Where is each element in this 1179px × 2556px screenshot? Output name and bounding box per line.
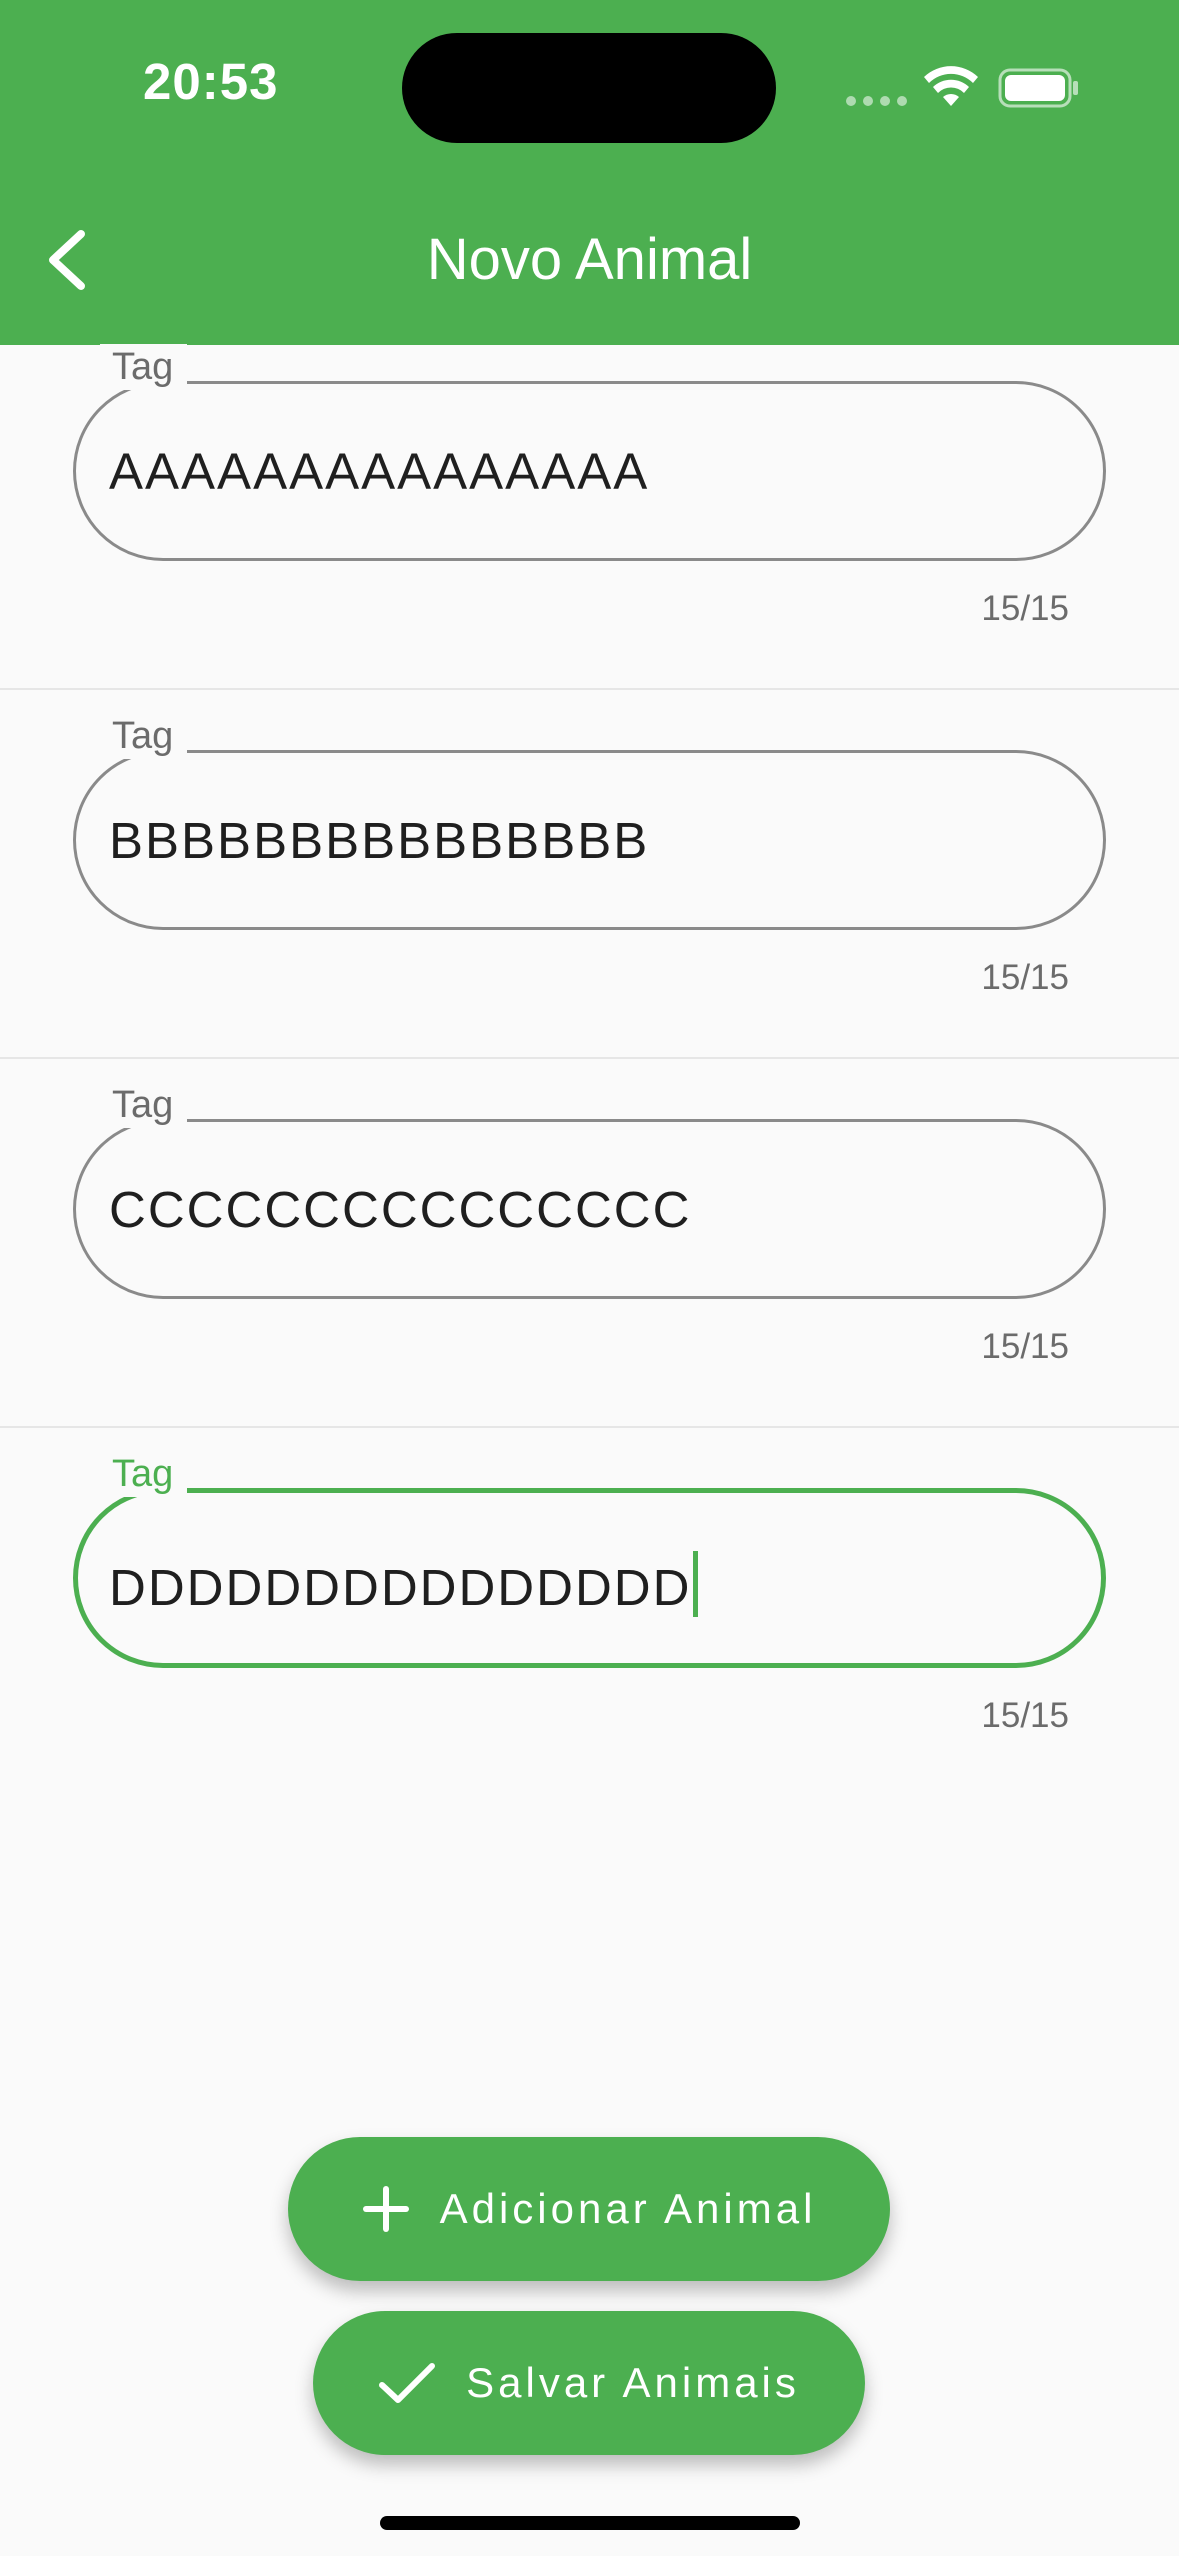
character-counter: 15/15 — [981, 958, 1069, 997]
tag-field-focused[interactable]: Tag DDDDDDDDDDDDDDD — [73, 1451, 1106, 1668]
save-animals-label: Salvar Animais — [466, 2359, 800, 2406]
add-animal-button[interactable]: Adicionar Animal — [288, 2137, 890, 2281]
wifi-icon — [924, 66, 978, 106]
character-counter: 15/15 — [981, 1696, 1069, 1735]
text-caret — [693, 1551, 699, 1617]
app-bar: 20:53 Novo Animal — [0, 0, 1179, 345]
tag-field-value: CCCCCCCCCCCCCCC — [109, 1181, 692, 1238]
plus-icon — [362, 2185, 410, 2233]
animal-entry-3: Tag CCCCCCCCCCCCCCC 15/15 — [0, 1059, 1179, 1428]
page-title: Novo Animal — [426, 227, 753, 292]
animal-entry-1: Tag AAAAAAAAAAAAAAA 15/15 — [0, 344, 1179, 690]
dynamic-island — [402, 33, 776, 143]
add-animal-label: Adicionar Animal — [439, 2185, 817, 2232]
tag-field-value: BBBBBBBBBBBBBBB — [109, 812, 650, 869]
check-icon — [378, 2361, 436, 2405]
character-counter: 15/15 — [981, 1327, 1069, 1366]
character-counter: 15/15 — [981, 589, 1069, 628]
animal-entry-2: Tag BBBBBBBBBBBBBBB 15/15 — [0, 690, 1179, 1059]
status-time: 20:53 — [143, 53, 279, 110]
tag-field-label: Tag — [100, 344, 188, 390]
tag-field-label: Tag — [100, 713, 188, 759]
tag-field-label: Tag — [100, 1451, 188, 1497]
tag-field-value: AAAAAAAAAAAAAAA — [109, 443, 650, 500]
tag-field-value: DDDDDDDDDDDDDDD — [109, 1551, 699, 1617]
tag-field[interactable]: Tag BBBBBBBBBBBBBBB — [73, 713, 1106, 930]
animal-entry-4: Tag DDDDDDDDDDDDDDD 15/15 — [0, 1428, 1179, 1797]
tag-field[interactable]: Tag CCCCCCCCCCCCCCC — [73, 1082, 1106, 1299]
home-indicator[interactable] — [380, 2516, 800, 2530]
cellular-signal-icon — [846, 96, 907, 106]
battery-icon — [998, 68, 1078, 108]
save-animals-button[interactable]: Salvar Animais — [313, 2311, 865, 2455]
tag-field-label: Tag — [100, 1082, 188, 1128]
tag-field[interactable]: Tag AAAAAAAAAAAAAAA — [73, 344, 1106, 561]
